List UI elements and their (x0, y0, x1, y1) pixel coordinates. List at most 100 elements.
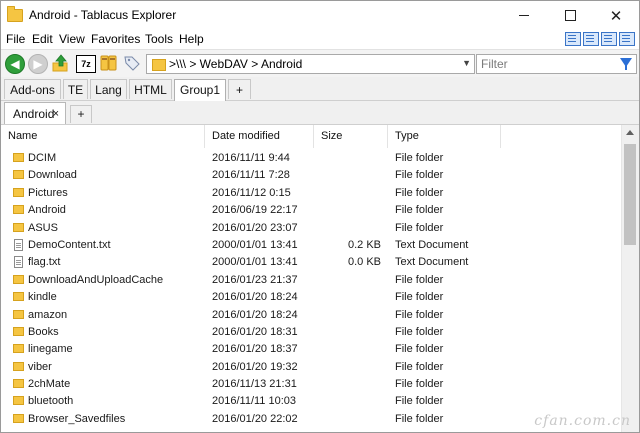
file-size (317, 202, 381, 219)
address-path[interactable]: >\\\ > WebDAV > Android (169, 57, 302, 71)
address-bar[interactable]: >\\\ > WebDAV > Android ▼ (146, 54, 475, 74)
table-row[interactable]: kindle 2016/01/20 18:24 File folder (1, 289, 621, 306)
table-row[interactable]: 2chMate 2016/11/13 21:31 File folder (1, 376, 621, 393)
file-size (317, 324, 381, 341)
file-type: File folder (395, 378, 444, 391)
table-row[interactable]: flag.txt 2000/01/01 13:41 0.0 KB Text Docum… (1, 254, 621, 271)
folder-tab-android[interactable]: Android × (4, 102, 66, 124)
label-button[interactable] (123, 54, 141, 72)
table-row[interactable]: DemoContent.txt 2000/01/01 13:41 0.2 KB Tex… (1, 237, 621, 254)
column-type[interactable]: Type (388, 125, 501, 148)
chevron-down-icon[interactable]: ▼ (462, 58, 471, 68)
column-size[interactable]: Size (314, 125, 388, 148)
menu-view[interactable]: View (59, 32, 85, 46)
file-name: bluetooth (28, 395, 74, 408)
file-name: DownloadAndUploadCache (28, 273, 164, 286)
folder-icon (13, 292, 24, 302)
table-row[interactable]: Pictures 2016/11/12 0:15 File folder (1, 185, 621, 202)
file-date: 2016/06/19 22:17 (212, 204, 298, 217)
file-type: File folder (395, 186, 444, 199)
table-row[interactable]: Books 2016/01/20 18:31 File folder (1, 324, 621, 341)
close-icon: ✕ (609, 6, 623, 25)
close-tab-icon[interactable]: × (53, 103, 59, 125)
menu-favorites[interactable]: Favorites (91, 32, 140, 46)
file-size (317, 411, 381, 428)
add-group-button[interactable]: + (228, 79, 251, 99)
menu-tools[interactable]: Tools (145, 32, 173, 46)
folder-icon (13, 361, 24, 371)
up-folder-button[interactable] (52, 54, 70, 72)
folder-icon (152, 59, 166, 71)
table-row[interactable]: Browser_Savedfiles 2016/01/20 22:02 File f… (1, 411, 621, 428)
folder-icon (13, 309, 24, 319)
file-date: 2016/01/20 18:31 (212, 325, 298, 338)
table-row[interactable]: linegame 2016/01/20 18:37 File folder (1, 341, 621, 358)
scroll-thumb[interactable] (624, 144, 636, 245)
file-size: 0.0 KB (347, 256, 381, 269)
copy-folders-button[interactable] (99, 54, 119, 72)
menu-file[interactable]: File (6, 32, 25, 46)
file-size (317, 167, 381, 184)
table-row[interactable]: Download 2016/11/11 7:28 File folder (1, 167, 621, 184)
file-date: 2000/01/01 13:41 (212, 238, 298, 251)
file-size (317, 341, 381, 358)
table-row[interactable]: viber 2016/01/20 19:32 File folder (1, 359, 621, 376)
file-name: ASUS (28, 221, 58, 234)
vertical-scrollbar[interactable] (621, 125, 639, 432)
group-tab-bar: Add-ons TE Lang HTML Group1 + (1, 77, 639, 101)
menu-edit[interactable]: Edit (32, 32, 53, 46)
table-row[interactable]: amazon 2016/01/20 18:24 File folder (1, 307, 621, 324)
back-button[interactable]: ◀ (5, 54, 25, 74)
tab-group1[interactable]: Group1 (174, 79, 226, 101)
table-row[interactable]: ASUS 2016/01/20 23:07 File folder (1, 220, 621, 237)
layout-single-icon[interactable] (565, 32, 581, 46)
file-list: Name Date modified Size Type DCIM 2016/11… (1, 125, 639, 432)
file-date: 2016/01/20 18:24 (212, 291, 298, 304)
forward-button[interactable]: ▶ (28, 54, 48, 74)
file-date: 2016/01/23 21:37 (212, 273, 298, 286)
file-type: File folder (395, 221, 444, 234)
filter-input[interactable]: Filter (476, 54, 637, 74)
layout-split-icon[interactable] (583, 32, 599, 46)
file-date: 2016/01/20 18:24 (212, 308, 298, 321)
folder-icon (13, 379, 24, 389)
folder-icon (13, 413, 24, 423)
maximize-icon (564, 10, 576, 21)
tab-lang[interactable]: Lang (90, 79, 127, 99)
column-date-modified[interactable]: Date modified (205, 125, 314, 148)
column-name[interactable]: Name (1, 125, 205, 148)
add-tab-button[interactable]: + (70, 105, 92, 123)
layout-triple-icon[interactable] (601, 32, 617, 46)
maximize-button[interactable] (547, 1, 593, 30)
watermark: cfan.com.cn (534, 413, 631, 429)
file-size (317, 307, 381, 324)
folder-icon (13, 396, 24, 406)
minimize-button[interactable] (501, 1, 547, 30)
table-row[interactable]: Android 2016/06/19 22:17 File folder (1, 202, 621, 219)
file-name: amazon (28, 308, 68, 321)
folders-icon (100, 55, 117, 71)
layout-quad-icon[interactable] (619, 32, 635, 46)
close-button[interactable]: ✕ (593, 1, 639, 30)
folder-icon (13, 274, 24, 284)
window-title: Android - Tablacus Explorer (29, 8, 177, 22)
filter-icon[interactable] (620, 58, 632, 70)
seven-zip-button[interactable]: 7z (76, 55, 96, 73)
tab-te[interactable]: TE (63, 79, 88, 99)
scroll-up-icon[interactable] (626, 130, 634, 135)
file-date: 2016/11/12 0:15 (212, 186, 291, 199)
table-row[interactable]: bluetooth 2016/11/11 10:03 File folder (1, 393, 621, 410)
file-name: viber (28, 360, 52, 373)
toolbar: ◀ ▶ 7z >\\\ > WebDAV > Android ▼ Filter (1, 49, 639, 78)
table-row[interactable]: DCIM 2016/11/11 9:44 File folder (1, 150, 621, 167)
tab-add-ons[interactable]: Add-ons (4, 79, 61, 99)
file-type: Text Document (395, 256, 469, 269)
folder-icon (7, 6, 23, 22)
menu-help[interactable]: Help (179, 32, 204, 46)
tab-html[interactable]: HTML (129, 79, 172, 99)
file-name: linegame (28, 343, 73, 356)
file-size: 0.2 KB (347, 238, 381, 251)
text-file-icon (14, 256, 23, 269)
table-row[interactable]: DownloadAndUploadCache 2016/01/23 21:37 Fi… (1, 272, 621, 289)
file-type: File folder (395, 395, 444, 408)
